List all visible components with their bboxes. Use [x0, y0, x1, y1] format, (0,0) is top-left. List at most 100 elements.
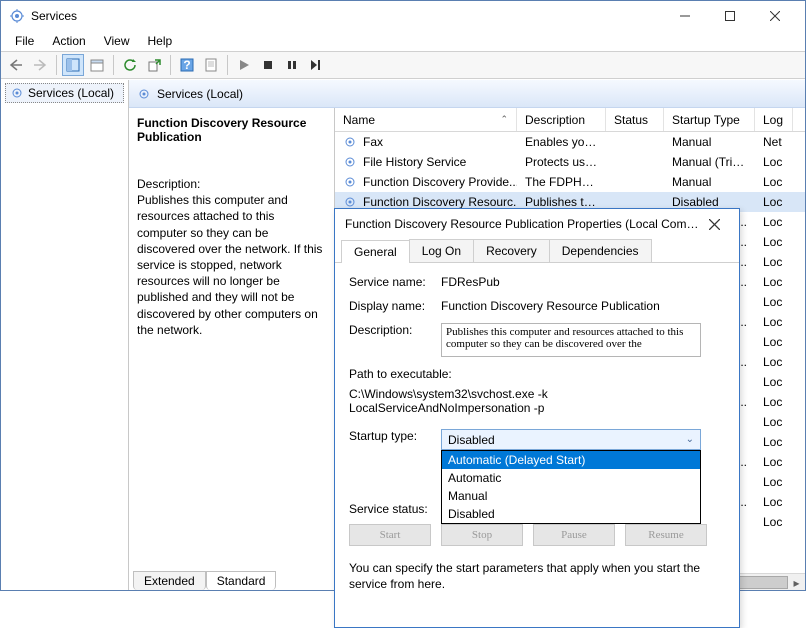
show-hide-tree-button[interactable]: [62, 54, 84, 76]
stop-service-button[interactable]: [257, 54, 279, 76]
tab-general[interactable]: General: [341, 240, 410, 263]
cell-logon: Loc: [755, 395, 793, 409]
cell-logon: Loc: [755, 335, 793, 349]
back-button[interactable]: [5, 54, 27, 76]
cell-logon: Loc: [755, 455, 793, 469]
cell-name: Function Discovery Provide...: [363, 175, 517, 189]
startup-option[interactable]: Automatic: [442, 469, 700, 487]
gear-icon: [343, 175, 357, 189]
dialog-title: Function Discovery Resource Publication …: [345, 217, 699, 231]
tab-recovery[interactable]: Recovery: [473, 239, 550, 262]
start-service-button[interactable]: [233, 54, 255, 76]
cell-logon: Loc: [755, 175, 793, 189]
minimize-button[interactable]: [662, 2, 707, 30]
menu-file[interactable]: File: [7, 32, 42, 50]
table-row[interactable]: FaxEnables you...ManualNet: [335, 132, 805, 152]
panel-header-label: Services (Local): [157, 87, 243, 101]
cell-logon: Loc: [755, 475, 793, 489]
detail-description: Publishes this computer and resources at…: [137, 192, 326, 338]
toolbar: ?: [1, 51, 805, 79]
menu-action[interactable]: Action: [44, 32, 93, 50]
app-icon: [9, 8, 25, 24]
cell-logon: Loc: [755, 295, 793, 309]
detail-desc-label: Description:: [137, 176, 326, 192]
start-button[interactable]: Start: [349, 524, 431, 546]
col-startup-type[interactable]: Startup Type: [664, 108, 755, 131]
cell-startup: Manual: [664, 175, 755, 189]
tab-extended[interactable]: Extended: [133, 571, 206, 590]
menu-view[interactable]: View: [96, 32, 138, 50]
tree-root-item[interactable]: Services (Local): [5, 83, 124, 103]
sort-indicator-icon: ⌃: [500, 114, 508, 125]
stop-button[interactable]: Stop: [441, 524, 523, 546]
cell-logon: Net: [755, 135, 793, 149]
cell-logon: Loc: [755, 515, 793, 529]
panel-header: Services (Local): [129, 80, 805, 108]
path-label: Path to executable:: [349, 367, 725, 381]
export-button[interactable]: [143, 54, 165, 76]
cell-description: Enables you...: [517, 135, 606, 149]
dialog-close-button[interactable]: [699, 211, 729, 237]
startup-option[interactable]: Automatic (Delayed Start): [442, 451, 700, 469]
cell-startup: Manual (Trig...: [664, 155, 755, 169]
pause-button[interactable]: Pause: [533, 524, 615, 546]
resume-button[interactable]: Resume: [625, 524, 707, 546]
col-description[interactable]: Description: [517, 108, 606, 131]
tab-dependencies[interactable]: Dependencies: [549, 239, 652, 262]
cell-logon: Loc: [755, 275, 793, 289]
refresh-button[interactable]: [119, 54, 141, 76]
service-name-label: Service name:: [349, 275, 441, 289]
dialog-titlebar[interactable]: Function Discovery Resource Publication …: [335, 209, 739, 239]
table-row[interactable]: Function Discovery Provide...The FDPHO..…: [335, 172, 805, 192]
col-logon[interactable]: Log: [755, 108, 793, 131]
cell-startup: Manual: [664, 135, 755, 149]
cell-logon: Loc: [755, 215, 793, 229]
chevron-down-icon: ⌄: [686, 434, 694, 445]
table-row[interactable]: File History ServiceProtects use...Manua…: [335, 152, 805, 172]
startup-type-options: Automatic (Delayed Start)AutomaticManual…: [441, 450, 701, 524]
gear-icon: [343, 155, 357, 169]
gear-icon: [137, 87, 151, 101]
startup-option[interactable]: Manual: [442, 487, 700, 505]
tab-standard[interactable]: Standard: [206, 571, 277, 590]
cell-logon: Loc: [755, 435, 793, 449]
startup-type-select[interactable]: Disabled ⌄ Automatic (Delayed Start)Auto…: [441, 429, 701, 450]
tab-logon[interactable]: Log On: [409, 239, 474, 262]
col-status[interactable]: Status: [606, 108, 664, 131]
cell-logon: Loc: [755, 255, 793, 269]
menu-help[interactable]: Help: [140, 32, 181, 50]
properties-dialog: Function Discovery Resource Publication …: [334, 208, 740, 628]
cell-logon: Loc: [755, 415, 793, 429]
bottom-tabs: Extended Standard: [129, 568, 276, 590]
maximize-button[interactable]: [707, 2, 752, 30]
gear-icon: [343, 135, 357, 149]
start-parameters-note: You can specify the start parameters tha…: [349, 560, 725, 592]
restart-service-button[interactable]: [305, 54, 327, 76]
cell-description: Protects use...: [517, 155, 606, 169]
display-name-value: Function Discovery Resource Publication: [441, 299, 660, 313]
scroll-right-icon[interactable]: ▸: [788, 574, 805, 591]
description-text[interactable]: [441, 323, 701, 357]
detail-pane: Function Discovery Resource Publication …: [129, 108, 335, 590]
cell-description: Publishes th...: [517, 195, 606, 209]
service-control-buttons: Start Stop Pause Resume: [349, 524, 725, 546]
cell-logon: Loc: [755, 355, 793, 369]
col-name[interactable]: Name⌃: [335, 108, 517, 131]
column-headers: Name⌃ Description Status Startup Type Lo…: [335, 108, 805, 132]
svg-text:?: ?: [183, 58, 190, 72]
service-name-value: FDResPub: [441, 275, 500, 289]
cell-logon: Loc: [755, 375, 793, 389]
cell-startup: Disabled: [664, 195, 755, 209]
close-button[interactable]: [752, 2, 797, 30]
dialog-body: Service name: FDResPub Display name: Fun…: [335, 263, 739, 604]
startup-option[interactable]: Disabled: [442, 505, 700, 523]
properties-sheet-button[interactable]: [200, 54, 222, 76]
cell-logon: Loc: [755, 235, 793, 249]
pause-service-button[interactable]: [281, 54, 303, 76]
help-button[interactable]: ?: [176, 54, 198, 76]
detail-title: Function Discovery Resource Publication: [137, 116, 326, 144]
forward-button[interactable]: [29, 54, 51, 76]
display-name-label: Display name:: [349, 299, 441, 313]
properties-button[interactable]: [86, 54, 108, 76]
window-title: Services: [31, 9, 77, 23]
